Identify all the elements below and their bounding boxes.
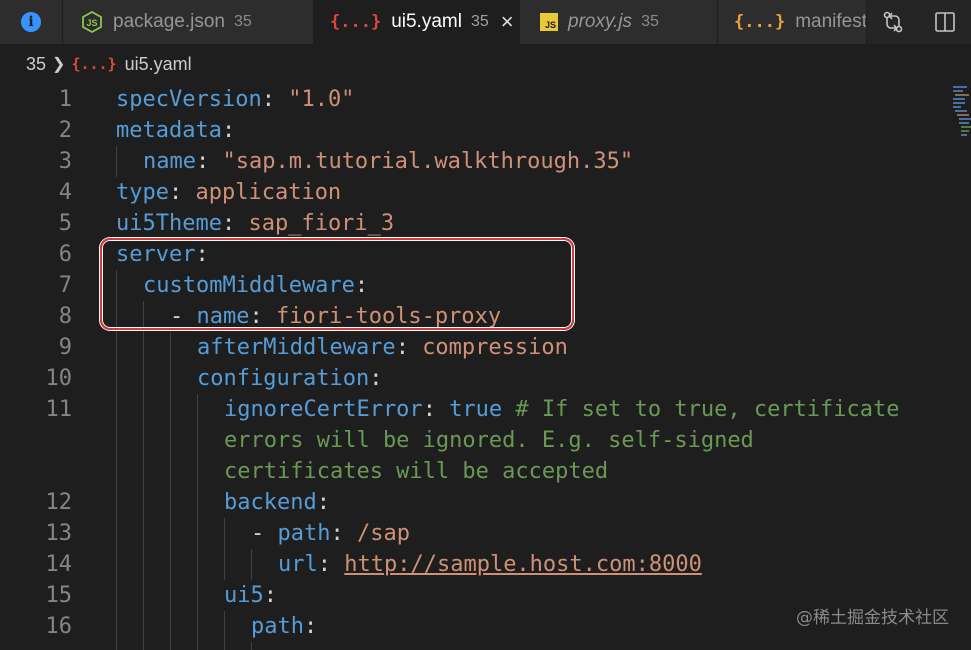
editor-tab-bar: i JS package.json 35 {...} ui5.yaml 35 ×… bbox=[0, 0, 971, 44]
line-number: 8 bbox=[58, 304, 72, 329]
tab-label: package.json bbox=[113, 11, 225, 32]
code-line: ui5Theme: sap_fiori_3 bbox=[116, 211, 395, 236]
line-number: 9 bbox=[58, 335, 72, 360]
line-number: 5 bbox=[58, 211, 72, 236]
breadcrumb-folder[interactable]: 35 bbox=[26, 54, 46, 75]
code-line: backend: bbox=[224, 490, 330, 515]
url-link[interactable]: http://sample.host.com:8000 bbox=[344, 552, 702, 577]
indent-guide bbox=[251, 549, 252, 580]
indent-guide bbox=[224, 518, 225, 580]
code-line: url: http://sample.host.com:8000 bbox=[278, 552, 702, 577]
javascript-icon: JS bbox=[540, 13, 558, 31]
tab-label: proxy.js bbox=[568, 11, 633, 32]
minimap[interactable] bbox=[951, 84, 971, 144]
tab-label: ui5.yaml bbox=[391, 11, 462, 32]
split-editor-icon[interactable] bbox=[933, 10, 957, 34]
svg-text:JS: JS bbox=[86, 18, 97, 28]
tab-package-json[interactable]: JS package.json 35 bbox=[63, 0, 314, 44]
indent-guide bbox=[224, 611, 225, 650]
line-number: 6 bbox=[58, 242, 72, 267]
json-braces-icon: {...} bbox=[734, 12, 786, 32]
tab-badge: 35 bbox=[233, 13, 252, 30]
tab-info[interactable]: i bbox=[0, 0, 63, 44]
line-number: 12 bbox=[45, 490, 73, 515]
breadcrumb-file[interactable]: ui5.yaml bbox=[125, 54, 192, 75]
tab-badge: 35 bbox=[641, 13, 659, 30]
tab-badge: 35 bbox=[470, 13, 489, 30]
code-line: ignoreCertError: true # If set to true, … bbox=[224, 397, 900, 422]
tab-proxy-js[interactable]: JS proxy.js 35 bbox=[520, 0, 718, 44]
yaml-braces-icon: {...} bbox=[330, 12, 382, 32]
highlight-annotation-box bbox=[100, 238, 574, 330]
code-line: afterMiddleware: compression bbox=[197, 335, 568, 360]
line-number: 4 bbox=[58, 180, 72, 205]
breadcrumb: 35 ❯ {...} ui5.yaml bbox=[0, 44, 971, 84]
line-number: 14 bbox=[45, 552, 73, 577]
indent-guide bbox=[116, 146, 117, 177]
watermark: @稀土掘金技术社区 bbox=[796, 608, 949, 628]
tab-manifest-json[interactable]: {...} manifest.js bbox=[718, 0, 867, 44]
code-line: name: "sap.m.tutorial.walkthrough.35" bbox=[143, 149, 634, 174]
line-number: 3 bbox=[58, 149, 72, 174]
close-icon[interactable]: × bbox=[501, 11, 514, 33]
tab-ui5-yaml[interactable]: {...} ui5.yaml 35 × bbox=[314, 0, 520, 44]
code-line: - path: /sap bbox=[251, 521, 410, 546]
line-number: 1 bbox=[58, 87, 72, 112]
editor-actions bbox=[867, 0, 971, 44]
indent-guide bbox=[197, 394, 198, 650]
line-number: 11 bbox=[45, 397, 73, 422]
indent-guide bbox=[170, 332, 171, 650]
code-line-wrapped: errors will be ignored. E.g. self-signed bbox=[224, 428, 754, 453]
indent-guide bbox=[251, 642, 252, 650]
yaml-braces-icon: {...} bbox=[71, 55, 117, 73]
tab-label: manifest.js bbox=[795, 11, 867, 32]
code-editor[interactable]: 1 2 3 4 5 6 7 8 9 10 11 12 13 14 15 16 s… bbox=[0, 84, 971, 650]
nodejs-icon: JS bbox=[81, 11, 103, 33]
code-line: path: bbox=[251, 614, 318, 639]
info-icon: i bbox=[21, 12, 41, 32]
code-line: ui5: bbox=[224, 583, 277, 608]
line-number: 15 bbox=[45, 583, 73, 608]
line-number: 7 bbox=[58, 273, 72, 298]
code-line: configuration: bbox=[197, 366, 383, 391]
chevron-right-icon: ❯ bbox=[52, 56, 66, 73]
code-line-wrapped: certificates will be accepted bbox=[224, 459, 609, 484]
line-number: 13 bbox=[45, 521, 73, 546]
line-number: 16 bbox=[45, 614, 73, 639]
code-line: type: application bbox=[116, 180, 342, 205]
code-line: specVersion: "1.0" bbox=[116, 87, 355, 112]
indent-guide bbox=[143, 301, 144, 650]
code-line: metadata: bbox=[116, 118, 236, 143]
line-number: 10 bbox=[45, 366, 73, 391]
open-changes-icon[interactable] bbox=[881, 10, 905, 34]
line-number: 2 bbox=[58, 118, 72, 143]
